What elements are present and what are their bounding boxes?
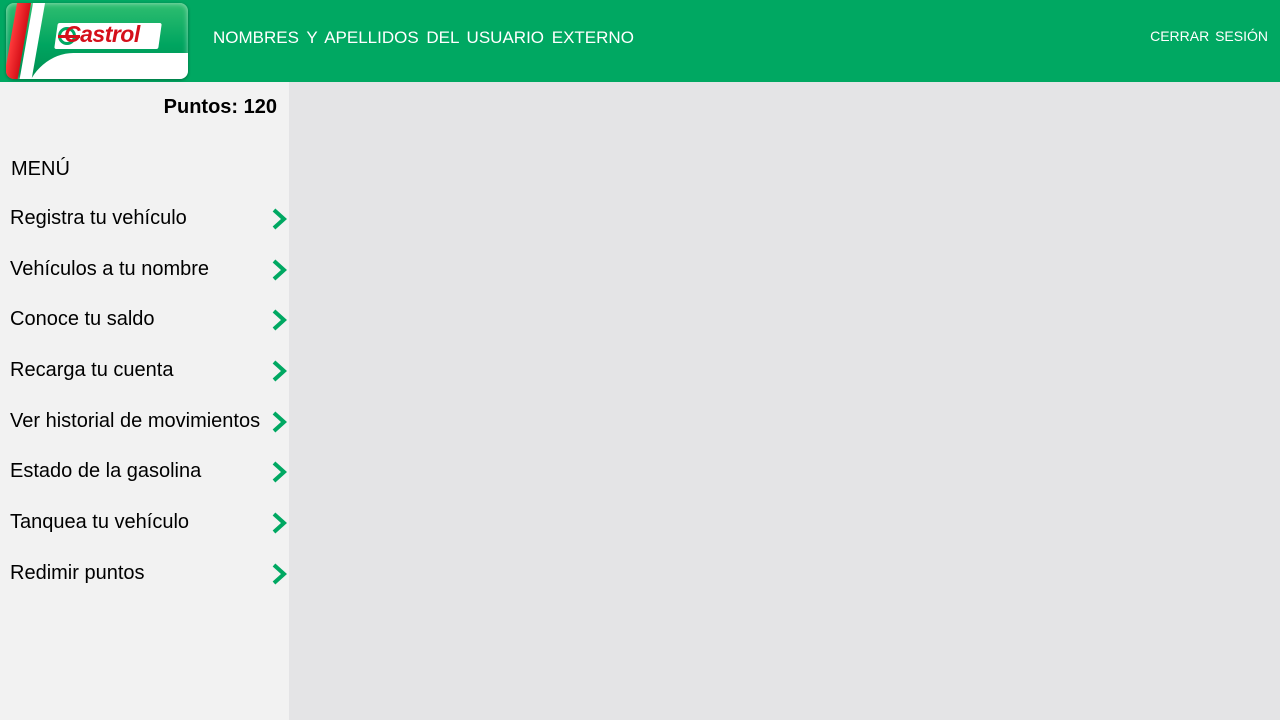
main-content-area: [289, 82, 1280, 720]
menu-item-label: Redimir puntos: [10, 561, 145, 584]
chevron-right-icon: [272, 259, 287, 281]
points-balance: Puntos: 120: [163, 96, 277, 118]
menu-item-historial-movimientos[interactable]: Ver historial de movimientos: [0, 398, 289, 449]
chevron-right-icon: [272, 461, 287, 483]
menu-item-recarga-cuenta[interactable]: Recarga tu cuenta: [0, 347, 289, 398]
user-name: NOMBRES Y APELLIDOS DEL USUARIO EXTERNO: [213, 28, 634, 47]
menu-item-vehiculos-nombre[interactable]: Vehículos a tu nombre: [0, 246, 289, 297]
menu-item-label: Tanquea tu vehículo: [10, 511, 190, 534]
menu-item-registra-vehiculo[interactable]: Registra tu vehículo: [0, 195, 289, 246]
menu-item-label: Recarga tu cuenta: [10, 359, 174, 382]
menu-item-label: Ver historial de movimientos: [10, 409, 261, 432]
logout-link[interactable]: CERRAR SESIÓN: [1150, 28, 1268, 44]
chevron-right-icon: [272, 512, 287, 534]
menu-item-conoce-saldo[interactable]: Conoce tu saldo: [0, 296, 289, 347]
sidebar: Puntos: 120 MENÚ Registra tu vehículo Ve…: [0, 82, 289, 720]
menu-item-label: Registra tu vehículo: [10, 207, 187, 229]
menu-list: Registra tu vehículo Vehículos a tu nomb…: [0, 195, 289, 601]
castrol-logo[interactable]: Castrol: [6, 3, 188, 79]
chevron-right-icon: [272, 309, 287, 331]
chevron-right-icon: [272, 563, 287, 585]
chevron-right-icon: [272, 360, 287, 382]
menu-item-label: Estado de la gasolina: [10, 460, 202, 483]
menu-title: MENÚ: [11, 158, 70, 180]
menu-item-label: Vehículos a tu nombre: [10, 257, 210, 280]
menu-item-estado-gasolina[interactable]: Estado de la gasolina: [0, 448, 289, 499]
logo-wordmark-text: Castrol: [64, 21, 140, 47]
menu-item-tanquea-vehiculo[interactable]: Tanquea tu vehículo: [0, 499, 289, 550]
chevron-right-icon: [272, 411, 287, 433]
menu-item-redimir-puntos[interactable]: Redimir puntos: [0, 550, 289, 601]
logo-white-swoosh: [22, 53, 188, 79]
top-header: Castrol NOMBRES Y APELLIDOS DEL USUARIO …: [0, 0, 1280, 82]
chevron-right-icon: [272, 208, 287, 230]
menu-item-label: Conoce tu saldo: [10, 308, 155, 331]
